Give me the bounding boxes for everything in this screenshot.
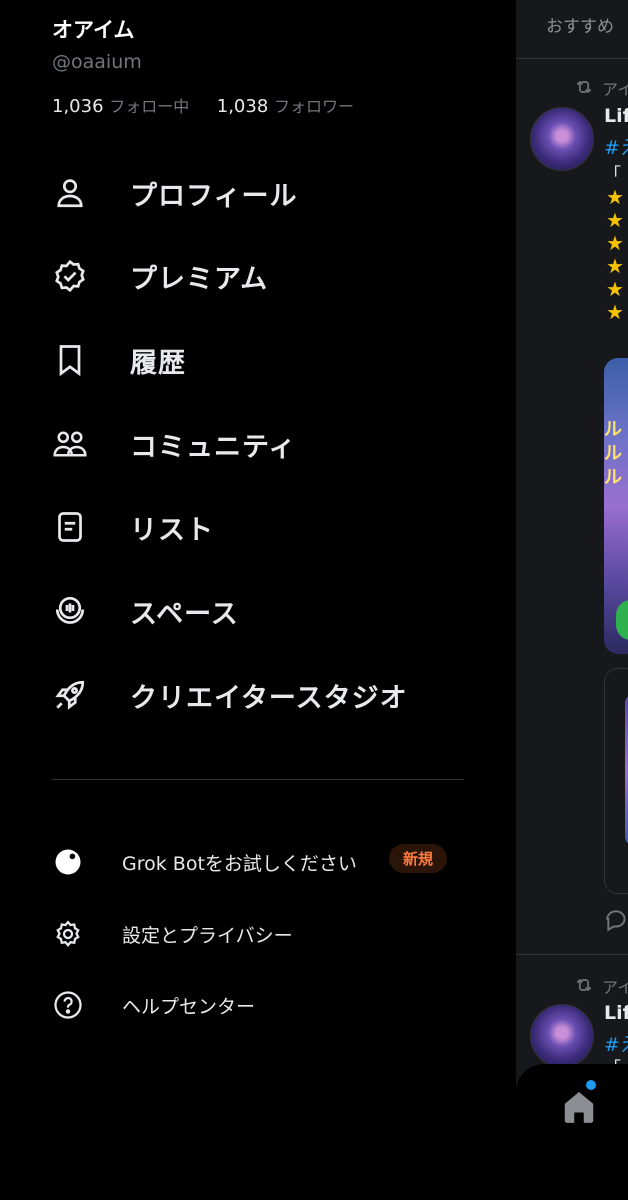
menu-item-label: 設定とプライバシー [122, 924, 293, 947]
post-stars: ★ ★ ★ ★ ★ ★ [606, 186, 624, 324]
post-hashtag[interactable]: #え [604, 133, 628, 160]
star-icon: ★ [606, 277, 624, 301]
post-author[interactable]: Lif [604, 1002, 628, 1024]
followers-count[interactable]: 1,038 [217, 96, 269, 117]
menu-item-spaces[interactable]: スペース [0, 581, 516, 641]
post-hashtag[interactable]: #え [604, 1030, 628, 1057]
star-icon: ★ [606, 231, 624, 255]
star-icon: ★ [606, 254, 624, 278]
home-feed: おすすめ アイ Lif #え 「 ★ ★ ★ ★ ★ ★ ルルル アイ Lif … [516, 0, 628, 1200]
following-count[interactable]: 1,036 [52, 96, 104, 117]
menu-item-premium[interactable]: プレミアム [0, 246, 516, 306]
following-label[interactable]: フォロー中 [109, 97, 189, 116]
notification-dot [586, 1080, 596, 1090]
menu-item-label: リスト [130, 514, 214, 546]
list-icon [50, 507, 90, 547]
reply-icon[interactable] [604, 907, 628, 933]
gear-icon [52, 918, 84, 950]
grok-icon [52, 846, 84, 878]
menu-item-communities[interactable]: コミュニティ [0, 414, 516, 474]
navigation-drawer: オアイム @oaaium 1,036 フォロー中 1,038 フォロワー プロフ… [0, 0, 516, 1200]
post-text: 「 [604, 165, 621, 185]
bottom-nav [516, 1064, 628, 1200]
menu-item-history[interactable]: 履歴 [0, 330, 516, 390]
star-icon: ★ [606, 208, 624, 232]
bookmark-icon [50, 340, 90, 380]
menu-item-label: Grok Botをお試しください [122, 852, 357, 875]
menu-item-label: ヘルプセンター [122, 995, 256, 1018]
menu-item-settings[interactable]: 設定とプライバシー [0, 909, 516, 959]
follow-stats: 1,036 フォロー中 1,038 フォロワー [52, 93, 354, 117]
retweet-label: アイ [602, 80, 628, 99]
menu-item-label: プロフィール [130, 180, 298, 212]
menu-item-label: コミュニティ [130, 431, 297, 463]
post-divider [516, 954, 628, 955]
retweet-icon [576, 80, 592, 94]
rocket-icon [50, 675, 90, 715]
spaces-mic-icon [50, 591, 90, 631]
menu-item-label: プレミアム [130, 263, 269, 295]
menu-item-label: クリエイタースタジオ [130, 682, 408, 714]
person-icon [50, 173, 90, 213]
retweet-icon [576, 978, 592, 992]
image-text: ルルル [604, 419, 622, 488]
menu-item-grok-bot[interactable]: Grok Botをお試しください 新規 [0, 837, 516, 887]
people-icon [50, 424, 90, 464]
menu-item-lists[interactable]: リスト [0, 497, 516, 557]
menu-item-help-center[interactable]: ヘルプセンター [0, 980, 516, 1030]
profile-handle[interactable]: @oaaium [52, 51, 142, 73]
post-author[interactable]: Lif [604, 105, 628, 127]
feed-header: おすすめ [516, 0, 628, 59]
tab-for-you[interactable]: おすすめ [546, 12, 614, 37]
quoted-card[interactable] [604, 668, 628, 894]
home-icon[interactable] [560, 1088, 598, 1126]
menu-item-profile[interactable]: プロフィール [0, 163, 516, 223]
help-icon [52, 989, 84, 1021]
star-icon: ★ [606, 185, 624, 209]
profile-name[interactable]: オアイム [52, 14, 135, 44]
retweet-label: アイ [602, 978, 628, 997]
followers-label[interactable]: フォロワー [274, 97, 354, 116]
menu-item-label: スペース [130, 598, 239, 630]
star-icon: ★ [606, 300, 624, 324]
menu-item-label: 履歴 [130, 347, 186, 379]
avatar[interactable] [530, 1004, 594, 1068]
menu-divider [52, 779, 464, 780]
verified-badge-icon [50, 256, 90, 296]
new-badge: 新規 [389, 844, 448, 873]
avatar[interactable] [530, 107, 594, 171]
menu-item-creator-studio[interactable]: クリエイタースタジオ [0, 665, 516, 725]
